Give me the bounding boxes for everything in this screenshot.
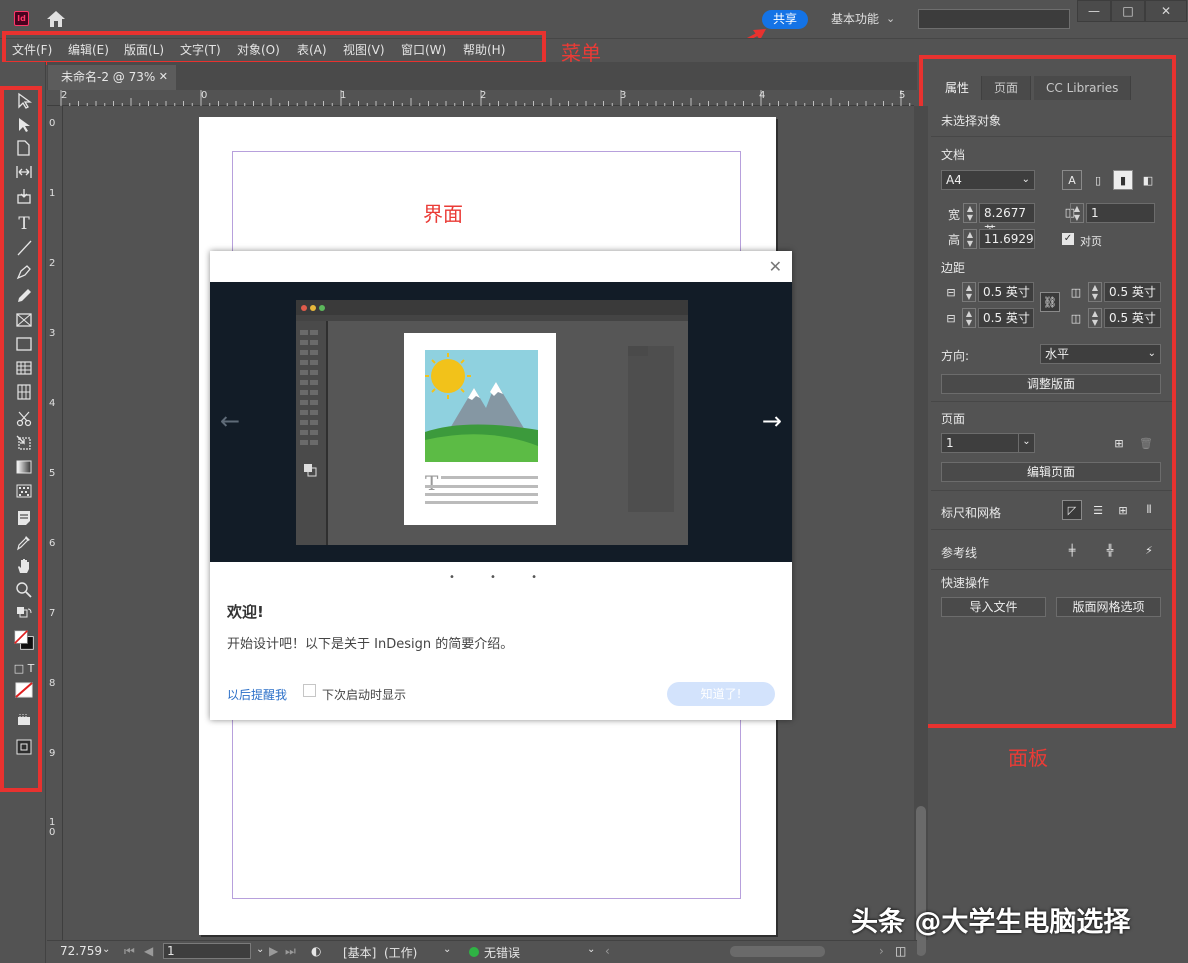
remind-later-link[interactable]: 以后提醒我 — [227, 686, 287, 703]
next-page-icon[interactable]: ▶ — [269, 944, 278, 958]
ruler-label: 2 — [61, 90, 68, 101]
first-page-icon[interactable]: ⏮ — [124, 944, 135, 959]
zoom-level[interactable]: 72.759 — [60, 944, 102, 958]
horizontal-scroll-thumb[interactable] — [730, 946, 825, 957]
previous-page-icon[interactable]: ◀ — [144, 944, 153, 958]
workspace-switcher[interactable]: 基本功能 — [831, 10, 879, 27]
page-dropdown-icon[interactable]: ⌄ — [256, 944, 264, 955]
preflight-icon[interactable]: ◐ — [311, 944, 321, 958]
horizontal-ruler[interactable]: 2 0 1 2 3 4 5 — [47, 90, 914, 106]
canvas-annotation: 界面 — [423, 202, 463, 226]
ruler-label: 0 — [49, 118, 56, 129]
dialog-title: 欢迎! — [227, 603, 264, 621]
next-slide-arrow-icon[interactable]: → — [762, 407, 782, 435]
close-icon[interactable]: ✕ — [769, 257, 782, 276]
ruler-label: 1 — [49, 188, 56, 199]
ruler-label: 2 — [49, 258, 56, 269]
ruler-label: 4 — [49, 398, 56, 409]
dialog-body-text: 开始设计吧！以下是关于 InDesign 的简要介绍。 — [227, 637, 514, 652]
ruler-label: 3 — [49, 328, 56, 339]
panel-annotation: 面板 — [1008, 746, 1048, 770]
error-dropdown-icon[interactable]: ⌄ — [587, 944, 595, 955]
ruler-label: 3 — [620, 90, 627, 101]
ruler-label: 4 — [759, 90, 766, 101]
chevron-down-icon[interactable]: ⌄ — [886, 12, 895, 25]
zoom-dropdown-icon[interactable]: ⌄ — [102, 944, 110, 955]
show-on-startup-checkbox[interactable] — [303, 684, 316, 697]
ruler-label: 0 — [201, 90, 208, 101]
vertical-ruler[interactable]: 0 1 2 3 4 5 6 7 8 9 1 0 — [47, 106, 63, 940]
slide-pagination-dots[interactable]: • • • — [210, 572, 792, 583]
page-style: [基本] — [343, 946, 377, 960]
share-button[interactable]: 共享 — [762, 10, 808, 29]
last-page-icon[interactable]: ⏭ — [285, 944, 296, 959]
indesign-logo-icon: Id — [14, 11, 29, 26]
page-number-field[interactable]: 1 — [163, 943, 251, 959]
status-bar: 72.759 ⌄ ⏮ ◀ 1 ⌄ ▶ ⏭ ◐ [基本] (工作) ⌄ 无错误 ⌄… — [47, 940, 917, 963]
app-window-illustration-icon: T — [296, 300, 688, 545]
ruler-label: 5 — [899, 90, 906, 101]
vertical-scrollbar[interactable] — [914, 106, 928, 956]
no-error-indicator-icon — [469, 947, 479, 957]
got-it-button[interactable]: 知道了! — [667, 682, 775, 706]
ruler-label: 6 — [49, 538, 56, 549]
working-profile: (工作) — [384, 946, 418, 960]
profile-dropdown-icon[interactable]: ⌄ — [443, 944, 451, 955]
ruler-label: 1 — [340, 90, 347, 101]
welcome-illustration: ← → T — [210, 282, 792, 562]
split-view-icon[interactable]: ◫ — [895, 944, 906, 958]
ruler-label: 1 0 — [49, 817, 56, 838]
minimize-button[interactable]: — — [1077, 0, 1111, 22]
search-input[interactable] — [918, 9, 1070, 29]
menu-highlight-box — [2, 31, 546, 65]
document-tab-bar — [47, 62, 917, 90]
ruler-label: 7 — [49, 608, 56, 619]
close-tab-icon[interactable]: ✕ — [159, 65, 168, 89]
ruler-label: 8 — [49, 678, 56, 689]
ruler-label: 9 — [49, 748, 56, 759]
home-icon[interactable] — [46, 10, 66, 28]
maximize-button[interactable]: □ — [1111, 0, 1145, 22]
scroll-right-icon[interactable]: › — [879, 944, 884, 958]
error-status[interactable]: 无错误 — [484, 944, 520, 961]
watermark-text: 头条 @大学生电脑选择 — [851, 907, 1131, 938]
panel-highlight-box — [919, 55, 1176, 728]
ruler-label: 5 — [49, 468, 56, 479]
document-tab[interactable]: 未命名-2 @ 73% ✕ — [48, 65, 176, 90]
welcome-dialog: ✕ ← → T • • • 欢迎! 开始设计吧！以下是关于 InDesign 的… — [210, 251, 792, 720]
scroll-left-icon[interactable]: ‹ — [605, 944, 610, 958]
ruler-label: 2 — [480, 90, 487, 101]
close-button[interactable]: ✕ — [1145, 0, 1187, 22]
svg-text:T: T — [425, 471, 439, 495]
previous-slide-arrow-icon[interactable]: ← — [220, 407, 240, 435]
document-tab-title: 未命名-2 @ 73% — [61, 70, 156, 84]
show-on-startup-label: 下次启动时显示 — [322, 688, 407, 702]
tools-highlight-box — [0, 86, 42, 792]
